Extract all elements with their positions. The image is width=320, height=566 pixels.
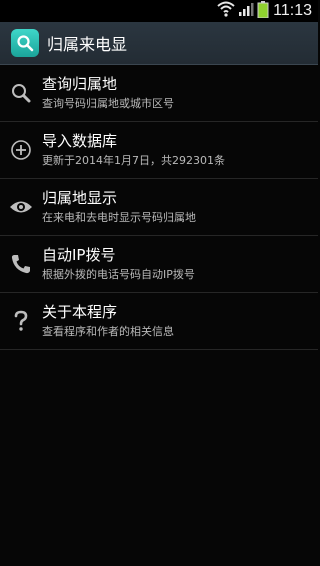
- signal-icon: [238, 1, 254, 21]
- menu-item-title: 关于本程序: [42, 303, 118, 321]
- status-time: 11:13: [273, 2, 312, 19]
- menu-item-title: 导入数据库: [42, 132, 118, 150]
- status-bar: 11:13: [0, 0, 318, 22]
- app-title: 归属来电显: [47, 35, 128, 54]
- menu-item-subtitle: 根据外拨的电话号码自动IP拨号: [42, 268, 195, 281]
- menu-list: 查询归属地 查询号码归属地或城市区号 导入数据库 更新于2014年1月7日，共2…: [0, 65, 318, 350]
- action-bar: 归属来电显: [0, 22, 318, 65]
- battery-icon: [257, 0, 269, 22]
- menu-item-title: 归属地显示: [42, 189, 118, 207]
- menu-item-query-location[interactable]: 查询归属地 查询号码归属地或城市区号: [0, 65, 318, 122]
- search-icon: [17, 35, 34, 52]
- search-icon: [1, 82, 41, 104]
- wifi-icon: [217, 1, 235, 21]
- menu-item-subtitle: 在来电和去电时显示号码归属地: [42, 211, 196, 224]
- menu-item-auto-ip-dial[interactable]: 自动IP拨号 根据外拨的电话号码自动IP拨号: [0, 236, 318, 293]
- app-icon[interactable]: [11, 29, 39, 57]
- question-icon: [1, 310, 41, 332]
- eye-icon: [1, 199, 41, 215]
- menu-item-location-display[interactable]: 归属地显示 在来电和去电时显示号码归属地: [0, 179, 318, 236]
- plus-circle-icon: [1, 139, 41, 161]
- menu-item-title: 查询归属地: [42, 75, 118, 93]
- menu-item-subtitle: 查看程序和作者的相关信息: [42, 325, 174, 338]
- menu-item-subtitle: 更新于2014年1月7日，共292301条: [42, 154, 225, 167]
- status-icons: [217, 0, 269, 22]
- menu-item-about[interactable]: 关于本程序 查看程序和作者的相关信息: [0, 293, 318, 350]
- menu-item-import-database[interactable]: 导入数据库 更新于2014年1月7日，共292301条: [0, 122, 318, 179]
- phone-icon: [1, 253, 41, 275]
- menu-item-subtitle: 查询号码归属地或城市区号: [42, 97, 174, 110]
- menu-item-title: 自动IP拨号: [42, 246, 116, 264]
